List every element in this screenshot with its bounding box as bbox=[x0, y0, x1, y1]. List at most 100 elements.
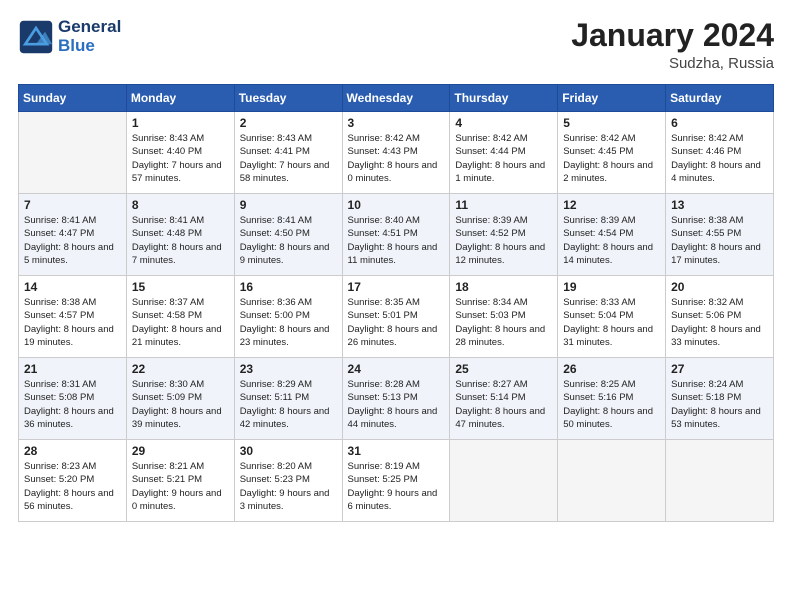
cell-info: Sunrise: 8:23 AMSunset: 5:20 PMDaylight:… bbox=[24, 460, 121, 513]
calendar-cell: 12 Sunrise: 8:39 AMSunset: 4:54 PMDayligh… bbox=[558, 194, 666, 276]
cell-info: Sunrise: 8:33 AMSunset: 5:04 PMDaylight:… bbox=[563, 296, 660, 349]
day-number: 26 bbox=[563, 362, 660, 376]
cell-info: Sunrise: 8:39 AMSunset: 4:52 PMDaylight:… bbox=[455, 214, 552, 267]
calendar-cell: 18 Sunrise: 8:34 AMSunset: 5:03 PMDayligh… bbox=[450, 276, 558, 358]
calendar-cell: 25 Sunrise: 8:27 AMSunset: 5:14 PMDayligh… bbox=[450, 358, 558, 440]
calendar-cell: 3 Sunrise: 8:42 AMSunset: 4:43 PMDaylight… bbox=[342, 112, 450, 194]
cell-info: Sunrise: 8:35 AMSunset: 5:01 PMDaylight:… bbox=[348, 296, 445, 349]
day-number: 2 bbox=[240, 116, 337, 130]
cell-info: Sunrise: 8:38 AMSunset: 4:57 PMDaylight:… bbox=[24, 296, 121, 349]
cell-info: Sunrise: 8:42 AMSunset: 4:43 PMDaylight:… bbox=[348, 132, 445, 185]
cell-info: Sunrise: 8:27 AMSunset: 5:14 PMDaylight:… bbox=[455, 378, 552, 431]
cell-info: Sunrise: 8:20 AMSunset: 5:23 PMDaylight:… bbox=[240, 460, 337, 513]
cell-info: Sunrise: 8:39 AMSunset: 4:54 PMDaylight:… bbox=[563, 214, 660, 267]
calendar-cell: 11 Sunrise: 8:39 AMSunset: 4:52 PMDayligh… bbox=[450, 194, 558, 276]
week-row-3: 14 Sunrise: 8:38 AMSunset: 4:57 PMDayligh… bbox=[19, 276, 774, 358]
calendar-cell: 22 Sunrise: 8:30 AMSunset: 5:09 PMDayligh… bbox=[126, 358, 234, 440]
day-number: 31 bbox=[348, 444, 445, 458]
day-number: 19 bbox=[563, 280, 660, 294]
day-number: 20 bbox=[671, 280, 768, 294]
day-number: 9 bbox=[240, 198, 337, 212]
day-number: 11 bbox=[455, 198, 552, 212]
cell-info: Sunrise: 8:41 AMSunset: 4:47 PMDaylight:… bbox=[24, 214, 121, 267]
calendar-cell: 21 Sunrise: 8:31 AMSunset: 5:08 PMDayligh… bbox=[19, 358, 127, 440]
location-subtitle: Sudzha, Russia bbox=[571, 55, 774, 72]
calendar-cell: 29 Sunrise: 8:21 AMSunset: 5:21 PMDayligh… bbox=[126, 440, 234, 522]
calendar-cell: 1Sunrise: 8:43 AMSunset: 4:40 PMDaylight… bbox=[126, 112, 234, 194]
cell-info: Sunrise: 8:30 AMSunset: 5:09 PMDaylight:… bbox=[132, 378, 229, 431]
day-number: 12 bbox=[563, 198, 660, 212]
day-number: 15 bbox=[132, 280, 229, 294]
calendar-cell: 23Sunrise: 8:29 AMSunset: 5:11 PMDayligh… bbox=[234, 358, 342, 440]
calendar-cell: 6Sunrise: 8:42 AMSunset: 4:46 PMDaylight… bbox=[666, 112, 774, 194]
logo: General Blue bbox=[18, 18, 121, 55]
calendar-cell: 30 Sunrise: 8:20 AMSunset: 5:23 PMDayligh… bbox=[234, 440, 342, 522]
cell-info: Sunrise: 8:43 AMSunset: 4:40 PMDaylight:… bbox=[132, 132, 229, 185]
calendar-cell: 8 Sunrise: 8:41 AMSunset: 4:48 PMDaylight… bbox=[126, 194, 234, 276]
week-row-4: 21 Sunrise: 8:31 AMSunset: 5:08 PMDayligh… bbox=[19, 358, 774, 440]
cell-info: Sunrise: 8:31 AMSunset: 5:08 PMDaylight:… bbox=[24, 378, 121, 431]
day-number: 13 bbox=[671, 198, 768, 212]
cell-info: Sunrise: 8:43 AMSunset: 4:41 PMDaylight:… bbox=[240, 132, 337, 185]
main-container: General Blue January 2024 Sudzha, Russia… bbox=[0, 0, 792, 532]
logo-icon bbox=[18, 19, 54, 55]
col-header-saturday: Saturday bbox=[666, 85, 774, 112]
calendar-cell: 19 Sunrise: 8:33 AMSunset: 5:04 PMDayligh… bbox=[558, 276, 666, 358]
col-header-tuesday: Tuesday bbox=[234, 85, 342, 112]
day-number: 30 bbox=[240, 444, 337, 458]
day-number: 14 bbox=[24, 280, 121, 294]
calendar-cell bbox=[450, 440, 558, 522]
col-header-thursday: Thursday bbox=[450, 85, 558, 112]
calendar-cell: 28 Sunrise: 8:23 AMSunset: 5:20 PMDayligh… bbox=[19, 440, 127, 522]
calendar-cell: 26 Sunrise: 8:25 AMSunset: 5:16 PMDayligh… bbox=[558, 358, 666, 440]
col-header-monday: Monday bbox=[126, 85, 234, 112]
cell-info: Sunrise: 8:42 AMSunset: 4:46 PMDaylight:… bbox=[671, 132, 768, 185]
day-number: 21 bbox=[24, 362, 121, 376]
week-row-2: 7Sunrise: 8:41 AMSunset: 4:47 PMDaylight… bbox=[19, 194, 774, 276]
calendar-cell: 4Sunrise: 8:42 AMSunset: 4:44 PMDaylight… bbox=[450, 112, 558, 194]
cell-info: Sunrise: 8:40 AMSunset: 4:51 PMDaylight:… bbox=[348, 214, 445, 267]
calendar-cell: 17 Sunrise: 8:35 AMSunset: 5:01 PMDayligh… bbox=[342, 276, 450, 358]
cell-info: Sunrise: 8:28 AMSunset: 5:13 PMDaylight:… bbox=[348, 378, 445, 431]
cell-info: Sunrise: 8:19 AMSunset: 5:25 PMDaylight:… bbox=[348, 460, 445, 513]
day-number: 8 bbox=[132, 198, 229, 212]
col-header-friday: Friday bbox=[558, 85, 666, 112]
col-header-wednesday: Wednesday bbox=[342, 85, 450, 112]
calendar-cell: 24 Sunrise: 8:28 AMSunset: 5:13 PMDayligh… bbox=[342, 358, 450, 440]
cell-info: Sunrise: 8:37 AMSunset: 4:58 PMDaylight:… bbox=[132, 296, 229, 349]
cell-info: Sunrise: 8:41 AMSunset: 4:48 PMDaylight:… bbox=[132, 214, 229, 267]
day-number: 17 bbox=[348, 280, 445, 294]
header-row: SundayMondayTuesdayWednesdayThursdayFrid… bbox=[19, 85, 774, 112]
day-number: 29 bbox=[132, 444, 229, 458]
cell-info: Sunrise: 8:34 AMSunset: 5:03 PMDaylight:… bbox=[455, 296, 552, 349]
month-title: January 2024 bbox=[571, 18, 774, 53]
calendar-cell: 10 Sunrise: 8:40 AMSunset: 4:51 PMDayligh… bbox=[342, 194, 450, 276]
day-number: 10 bbox=[348, 198, 445, 212]
cell-info: Sunrise: 8:32 AMSunset: 5:06 PMDaylight:… bbox=[671, 296, 768, 349]
cell-info: Sunrise: 8:21 AMSunset: 5:21 PMDaylight:… bbox=[132, 460, 229, 513]
day-number: 18 bbox=[455, 280, 552, 294]
day-number: 16 bbox=[240, 280, 337, 294]
calendar-cell: 9 Sunrise: 8:41 AMSunset: 4:50 PMDaylight… bbox=[234, 194, 342, 276]
calendar-cell: 13Sunrise: 8:38 AMSunset: 4:55 PMDayligh… bbox=[666, 194, 774, 276]
calendar-cell: 14 Sunrise: 8:38 AMSunset: 4:57 PMDayligh… bbox=[19, 276, 127, 358]
day-number: 25 bbox=[455, 362, 552, 376]
title-block: January 2024 Sudzha, Russia bbox=[571, 18, 774, 72]
cell-info: Sunrise: 8:41 AMSunset: 4:50 PMDaylight:… bbox=[240, 214, 337, 267]
col-header-sunday: Sunday bbox=[19, 85, 127, 112]
day-number: 27 bbox=[671, 362, 768, 376]
logo-text-block: General Blue bbox=[58, 18, 121, 55]
cell-info: Sunrise: 8:25 AMSunset: 5:16 PMDaylight:… bbox=[563, 378, 660, 431]
day-number: 22 bbox=[132, 362, 229, 376]
week-row-1: 1Sunrise: 8:43 AMSunset: 4:40 PMDaylight… bbox=[19, 112, 774, 194]
calendar-cell: 20 Sunrise: 8:32 AMSunset: 5:06 PMDayligh… bbox=[666, 276, 774, 358]
day-number: 24 bbox=[348, 362, 445, 376]
logo-line1: General bbox=[58, 18, 121, 37]
day-number: 3 bbox=[348, 116, 445, 130]
calendar-cell bbox=[666, 440, 774, 522]
day-number: 5 bbox=[563, 116, 660, 130]
calendar-cell bbox=[19, 112, 127, 194]
calendar-cell: 2 Sunrise: 8:43 AMSunset: 4:41 PMDaylight… bbox=[234, 112, 342, 194]
day-number: 28 bbox=[24, 444, 121, 458]
cell-info: Sunrise: 8:24 AMSunset: 5:18 PMDaylight:… bbox=[671, 378, 768, 431]
